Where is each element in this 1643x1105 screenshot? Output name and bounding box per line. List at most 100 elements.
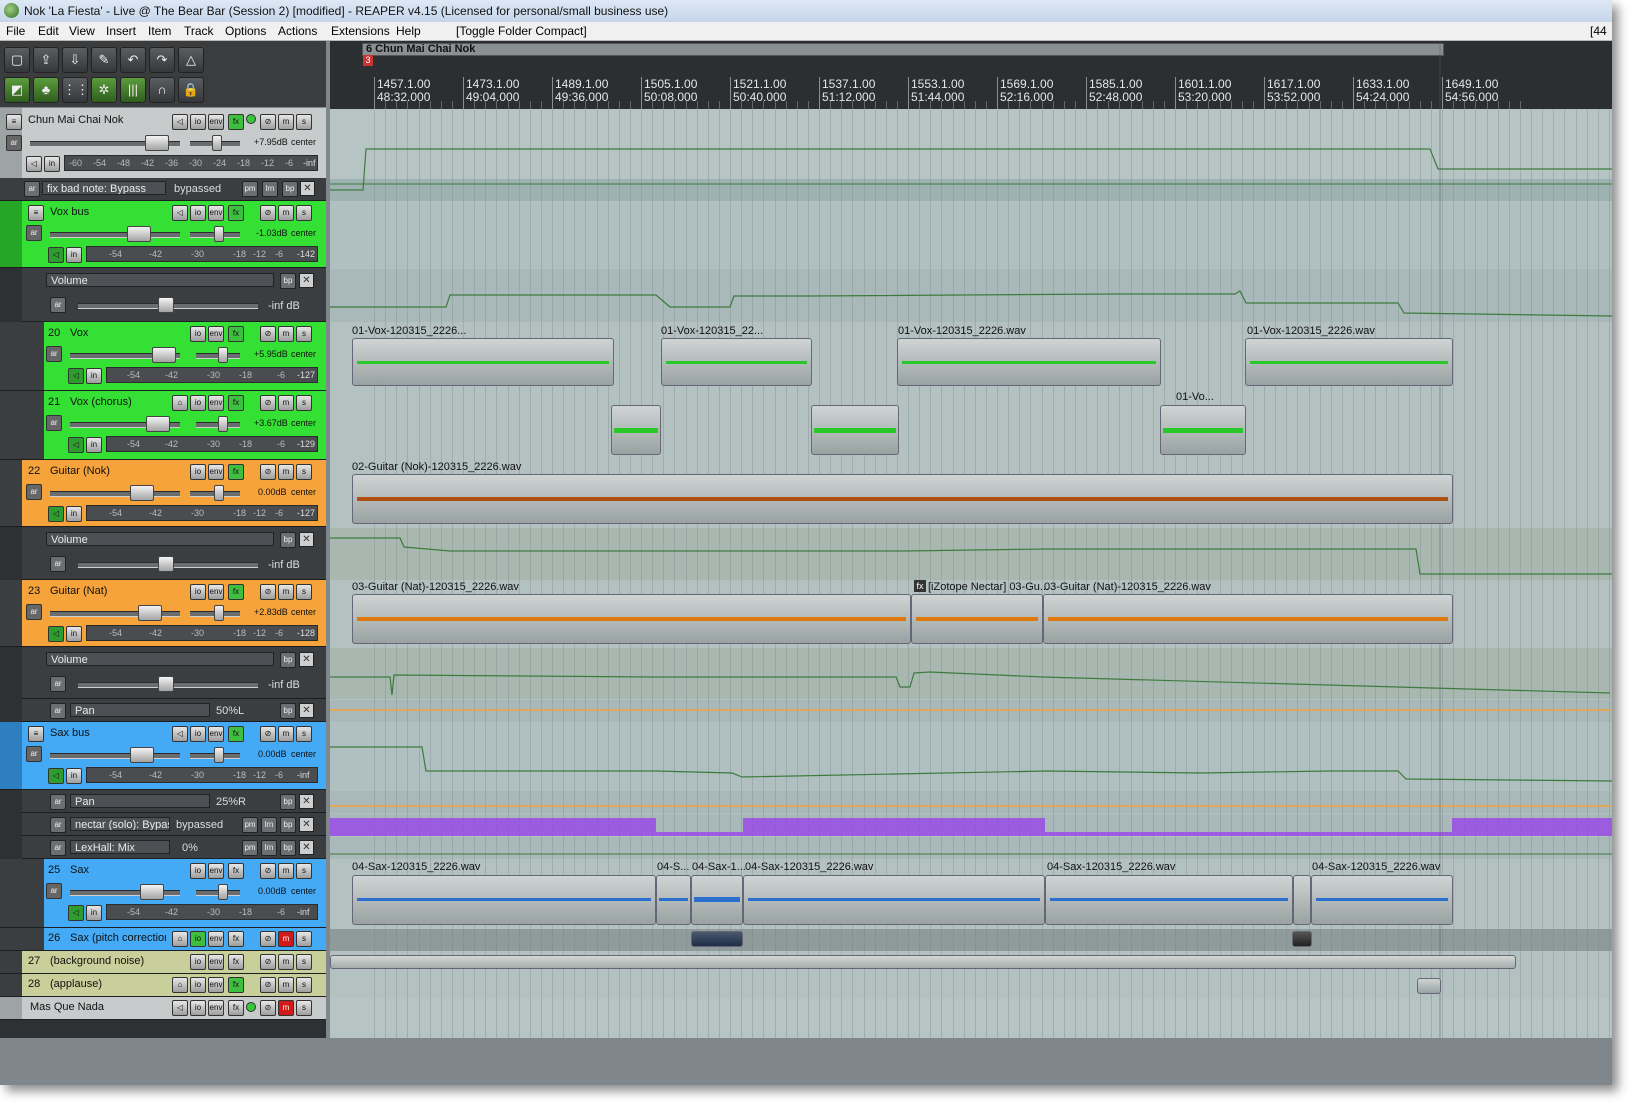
track-mas-que-nada[interactable]: Mas Que Nada ◁ io env fx ⊘ m s bbox=[0, 997, 326, 1020]
track-guitar-nok[interactable]: 22 Guitar (Nok) io env fx ⊘ m s ar 0.00d… bbox=[0, 460, 326, 527]
pm-button[interactable]: pm bbox=[242, 840, 258, 856]
close-envelope-icon[interactable]: ✕ bbox=[299, 532, 314, 547]
volume-knob[interactable] bbox=[130, 747, 154, 763]
close-envelope-icon[interactable]: ✕ bbox=[299, 273, 314, 288]
envelope-name[interactable]: Volume bbox=[46, 532, 274, 546]
pm-button[interactable]: pm bbox=[242, 181, 258, 197]
arm-button[interactable]: ar bbox=[26, 604, 42, 620]
env-button[interactable]: env bbox=[208, 1000, 224, 1016]
fx-button[interactable]: fx bbox=[228, 464, 244, 480]
volume-fader[interactable] bbox=[50, 232, 180, 238]
input-monitor-icon[interactable]: ◁ bbox=[68, 368, 84, 384]
input-monitor-icon[interactable]: ◁ bbox=[48, 506, 64, 522]
io-button[interactable]: io bbox=[190, 863, 206, 879]
metronome-icon[interactable]: △ bbox=[178, 47, 204, 73]
fx-button[interactable]: fx bbox=[228, 1000, 244, 1016]
toggle-folder-compact[interactable]: [Toggle Folder Compact] bbox=[456, 24, 587, 38]
env-button[interactable]: env bbox=[208, 977, 224, 993]
input-select-button[interactable]: in bbox=[66, 626, 82, 642]
save-project-icon[interactable]: ⇩ bbox=[62, 47, 88, 73]
input-select-button[interactable]: in bbox=[66, 247, 82, 263]
envelope-name[interactable]: Pan bbox=[70, 703, 210, 717]
solo-button[interactable]: s bbox=[296, 464, 312, 480]
folder-icon[interactable]: ≡ bbox=[28, 205, 44, 221]
mute-icon[interactable]: ⊘ bbox=[260, 584, 276, 600]
media-item-vox-a[interactable] bbox=[352, 338, 614, 386]
learn-button[interactable]: lrn bbox=[261, 817, 277, 833]
arm-button[interactable]: ar bbox=[50, 794, 66, 810]
envelope-name[interactable]: Volume bbox=[46, 652, 274, 666]
pm-button[interactable]: pm bbox=[242, 817, 258, 833]
open-project-icon[interactable]: ⇪ bbox=[33, 47, 59, 73]
mute-button[interactable]: m bbox=[278, 726, 294, 742]
loop-icon[interactable]: ∩ bbox=[149, 77, 175, 103]
media-item-guitar-nat-a[interactable] bbox=[352, 594, 911, 644]
media-item-sax-pitch-b[interactable] bbox=[1292, 931, 1312, 947]
fx-button[interactable]: fx bbox=[228, 326, 244, 342]
media-item-applause[interactable] bbox=[1417, 978, 1441, 994]
track-chun-mai-chai-nok[interactable]: ≡ Chun Mai Chai Nok ◁ io env fx ⊘ m s ar… bbox=[0, 108, 326, 179]
fx-button[interactable]: fx bbox=[228, 977, 244, 993]
fx-button[interactable]: fx bbox=[228, 114, 244, 130]
bypass-button[interactable]: bp bbox=[280, 652, 296, 668]
menu-help[interactable]: Help bbox=[396, 24, 421, 38]
envelope-knob[interactable] bbox=[158, 676, 174, 692]
env-button[interactable]: env bbox=[208, 326, 224, 342]
io-button[interactable]: io bbox=[190, 584, 206, 600]
bypass-button[interactable]: bp bbox=[280, 703, 296, 719]
media-item-vox-c[interactable] bbox=[897, 338, 1161, 386]
folder-icon[interactable]: ≡ bbox=[28, 726, 44, 742]
phase-icon[interactable]: ◁ bbox=[172, 1000, 188, 1016]
phase-icon[interactable]: ⌂ bbox=[172, 977, 188, 993]
env-button[interactable]: env bbox=[208, 954, 224, 970]
mute-button[interactable]: m bbox=[278, 863, 294, 879]
bypass-button[interactable]: bp bbox=[282, 181, 298, 197]
arm-button[interactable]: ar bbox=[26, 484, 42, 500]
media-item-sax-f[interactable] bbox=[1311, 875, 1453, 925]
envelope-sax-bus-pan[interactable]: ar Pan 25%R bp ✕ bbox=[22, 790, 326, 813]
env-button[interactable]: env bbox=[208, 726, 224, 742]
pan-knob[interactable] bbox=[218, 416, 228, 432]
envelope-vox-bus-volume[interactable]: Volume bp ✕ ar -inf dB bbox=[22, 268, 326, 322]
io-button[interactable]: io bbox=[190, 114, 206, 130]
envelope-fix-bad-note[interactable]: ar fix bad note: Bypass bypassed pm lrn … bbox=[0, 178, 326, 201]
mute-button[interactable]: m bbox=[278, 954, 294, 970]
io-button[interactable]: io bbox=[190, 931, 206, 947]
mute-button[interactable]: m bbox=[278, 1000, 294, 1016]
fx-badge-icon[interactable]: fx bbox=[914, 580, 926, 592]
mute-button[interactable]: m bbox=[278, 205, 294, 221]
arm-button[interactable]: ar bbox=[24, 181, 40, 197]
env-button[interactable]: env bbox=[208, 205, 224, 221]
reaper-app-icon[interactable] bbox=[4, 3, 19, 18]
menu-insert[interactable]: Insert bbox=[106, 24, 136, 38]
mute-button[interactable]: m bbox=[278, 326, 294, 342]
media-item-sax-c[interactable] bbox=[691, 875, 743, 925]
media-item-sax-e[interactable] bbox=[1045, 875, 1293, 925]
media-item-guitar-nat-fx[interactable] bbox=[911, 594, 1043, 644]
mute-icon[interactable]: ⊘ bbox=[260, 1000, 276, 1016]
grid-icon[interactable]: ⋮⋮ bbox=[62, 77, 89, 103]
input-monitor-icon[interactable]: ◁ bbox=[68, 905, 84, 921]
media-item-sax-a[interactable] bbox=[352, 875, 656, 925]
media-item-guitar-nat-b[interactable] bbox=[1043, 594, 1453, 644]
input-select-button[interactable]: in bbox=[44, 156, 60, 172]
mute-icon[interactable]: ⊘ bbox=[260, 326, 276, 342]
volume-knob[interactable] bbox=[146, 416, 170, 432]
envelope-name[interactable]: Volume bbox=[46, 273, 274, 287]
envelope-knob[interactable] bbox=[158, 556, 174, 572]
media-item-vox-chorus-a[interactable] bbox=[611, 405, 661, 455]
mute-button[interactable]: m bbox=[278, 977, 294, 993]
pan-knob[interactable] bbox=[218, 884, 228, 900]
solo-button[interactable]: s bbox=[296, 205, 312, 221]
media-item-vox-b[interactable] bbox=[661, 338, 812, 386]
envelope-sax-bus-lexhall[interactable]: ar LexHall: Mix 0% pm lrn bp ✕ bbox=[22, 836, 326, 859]
pan-knob[interactable] bbox=[218, 347, 228, 363]
io-button[interactable]: io bbox=[190, 726, 206, 742]
menu-view[interactable]: View bbox=[69, 24, 95, 38]
mute-button[interactable]: m bbox=[278, 931, 294, 947]
mute-button[interactable]: m bbox=[278, 584, 294, 600]
phase-icon[interactable]: ◁ bbox=[172, 114, 188, 130]
auto-crossfade-icon[interactable]: ✲ bbox=[91, 77, 117, 103]
solo-button[interactable]: s bbox=[296, 977, 312, 993]
close-envelope-icon[interactable]: ✕ bbox=[300, 181, 315, 196]
